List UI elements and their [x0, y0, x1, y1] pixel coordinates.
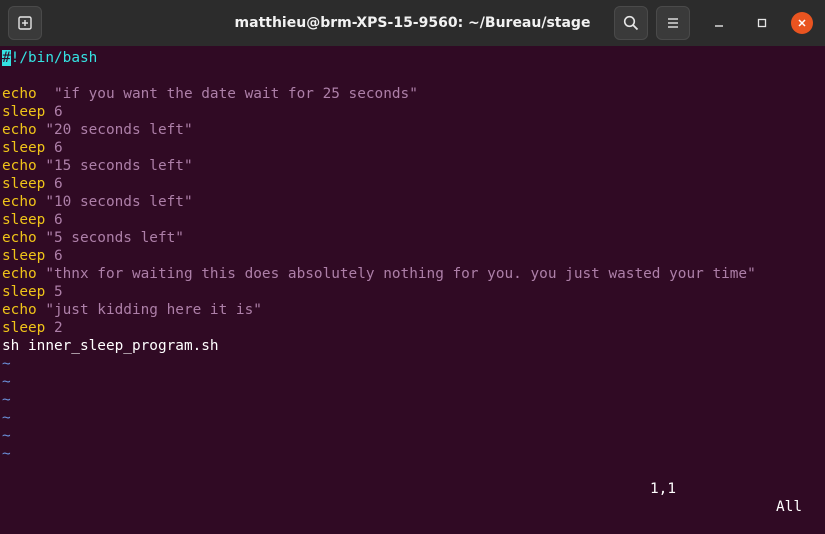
command-argument: "just kidding here it is"	[36, 302, 262, 318]
cursor-position: 1,1	[650, 481, 676, 497]
code-line: echo "15 seconds left"	[2, 157, 193, 175]
vim-status-bar: 1,1 All	[0, 462, 825, 515]
code-line: sleep 6	[2, 211, 63, 229]
close-button[interactable]	[791, 12, 813, 34]
search-icon	[623, 15, 639, 31]
command-keyword: echo	[2, 230, 37, 246]
command-keyword: echo	[2, 194, 37, 210]
minimize-icon	[715, 25, 723, 27]
empty-line-tilde: ~	[2, 410, 11, 426]
new-tab-button[interactable]	[8, 6, 42, 40]
terminal-content[interactable]: #!/bin/bash echo "if you want the date w…	[0, 46, 825, 515]
code-line: sleep 6	[2, 247, 63, 265]
minimize-button[interactable]	[708, 12, 730, 34]
command-argument: 2	[45, 320, 63, 336]
maximize-button[interactable]	[751, 12, 773, 34]
command-argument: "5 seconds left"	[36, 230, 184, 246]
code-line: echo "thnx for waiting this does absolut…	[2, 265, 756, 283]
command-argument: "20 seconds left"	[36, 122, 193, 138]
code-line: echo "20 seconds left"	[2, 121, 193, 139]
command-keyword: echo	[2, 302, 37, 318]
new-tab-icon	[18, 16, 32, 30]
run-program-line: sh inner_sleep_program.sh	[2, 338, 219, 354]
code-line: echo "if you want the date wait for 25 s…	[2, 85, 418, 103]
command-keyword: echo	[2, 266, 37, 282]
command-argument: "if you want the date wait for 25 second…	[36, 86, 418, 102]
empty-line-tilde: ~	[2, 374, 11, 390]
code-line: sleep 5	[2, 283, 63, 301]
command-keyword: sleep	[2, 140, 46, 156]
command-argument: 6	[45, 140, 63, 156]
code-line: sleep 6	[2, 103, 63, 121]
terminal-window: matthieu@brm-XPS-15-9560: ~/Bureau/stage	[0, 0, 825, 515]
shebang-line: #!/bin/bash	[2, 49, 97, 67]
code-line: sleep 2	[2, 319, 63, 337]
command-argument: 6	[45, 104, 63, 120]
command-keyword: sleep	[2, 284, 46, 300]
command-argument: "15 seconds left"	[36, 158, 193, 174]
close-icon	[798, 19, 806, 27]
code-line: echo "10 seconds left"	[2, 193, 193, 211]
command-argument: 6	[45, 248, 63, 264]
text-cursor: #	[2, 50, 11, 66]
command-argument: "10 seconds left"	[36, 194, 193, 210]
menu-button[interactable]	[656, 6, 690, 40]
command-keyword: sleep	[2, 176, 46, 192]
code-line: sleep 6	[2, 175, 63, 193]
command-keyword: sleep	[2, 104, 46, 120]
shebang-text: !/bin/bash	[10, 50, 98, 66]
command-keyword: echo	[2, 86, 37, 102]
code-line: sleep 6	[2, 139, 63, 157]
search-button[interactable]	[614, 6, 648, 40]
command-argument: 5	[45, 284, 63, 300]
maximize-icon	[757, 18, 767, 28]
command-keyword: sleep	[2, 212, 46, 228]
empty-line-tilde: ~	[2, 392, 11, 408]
hamburger-menu-icon	[668, 18, 678, 28]
command-argument: 6	[45, 176, 63, 192]
command-keyword: sleep	[2, 248, 46, 264]
command-keyword: echo	[2, 158, 37, 174]
code-line: echo "5 seconds left"	[2, 229, 184, 247]
command-argument: "thnx for waiting this does absolutely n…	[36, 266, 756, 282]
command-argument: 6	[45, 212, 63, 228]
code-line: echo "just kidding here it is"	[2, 301, 262, 319]
scroll-indicator: All	[776, 499, 802, 515]
empty-line-tilde: ~	[2, 446, 11, 462]
empty-line-tilde: ~	[2, 356, 11, 372]
title-bar: matthieu@brm-XPS-15-9560: ~/Bureau/stage	[0, 0, 825, 46]
command-keyword: echo	[2, 122, 37, 138]
window-title: matthieu@brm-XPS-15-9560: ~/Bureau/stage	[234, 15, 591, 31]
command-keyword: sleep	[2, 320, 46, 336]
empty-line-tilde: ~	[2, 428, 11, 444]
